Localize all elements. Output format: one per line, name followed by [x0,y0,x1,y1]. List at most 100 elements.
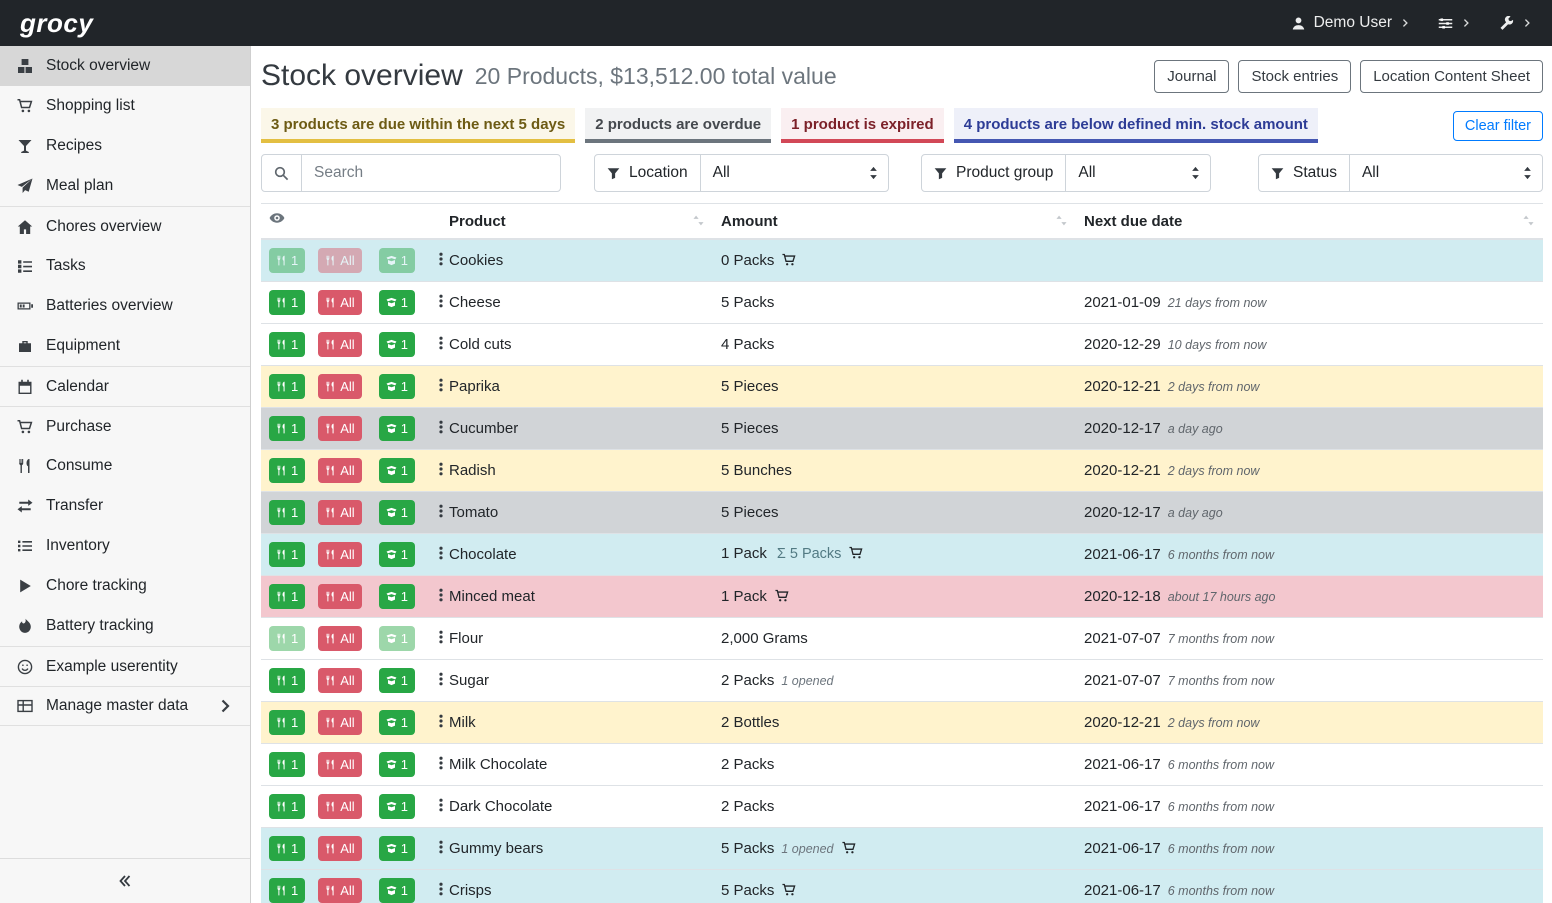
status-filter-select[interactable]: All [1350,155,1542,191]
consume-all-button[interactable]: All [318,710,361,735]
open-one-button[interactable]: 1 [379,248,415,273]
journal-button[interactable]: Journal [1154,60,1229,93]
amount-column-header[interactable]: Amount [713,204,1076,240]
location-filter-select[interactable]: All [701,155,888,191]
consume-all-button[interactable]: All [318,752,361,777]
consume-all-button[interactable]: All [318,290,361,315]
consume-one-button[interactable]: 1 [269,500,305,525]
consume-one-button[interactable]: 1 [269,836,305,861]
open-one-button[interactable]: 1 [379,542,415,567]
sidebar-item-calendar[interactable]: Calendar [0,366,250,406]
sidebar-item-shopping-list[interactable]: Shopping list [0,86,250,126]
consume-all-button[interactable]: All [318,584,361,609]
product-column-header[interactable]: Product [441,204,713,240]
sidebar-item-purchase[interactable]: Purchase [0,406,250,446]
row-menu-button[interactable] [431,249,451,272]
sidebar-item-chores-overview[interactable]: Chores overview [0,206,250,246]
row-menu-button[interactable] [431,375,451,398]
grocy-logo[interactable]: grocy [20,5,93,41]
consume-one-button[interactable]: 1 [269,794,305,819]
consume-one-button[interactable]: 1 [269,458,305,483]
filter-banner-overdue[interactable]: 2 products are overdue [585,108,771,143]
open-one-button[interactable]: 1 [379,584,415,609]
row-menu-button[interactable] [431,543,451,566]
consume-all-button[interactable]: All [318,542,361,567]
consume-one-button[interactable]: 1 [269,248,305,273]
admin-menu[interactable] [1499,16,1532,31]
open-one-button[interactable]: 1 [379,626,415,651]
consume-one-button[interactable]: 1 [269,332,305,357]
sidebar-item-chore-tracking[interactable]: Chore tracking [0,566,250,606]
sidebar-item-stock-overview[interactable]: Stock overview [0,46,250,86]
clear-filter-button[interactable]: Clear filter [1453,111,1543,141]
sidebar-item-meal-plan[interactable]: Meal plan [0,166,250,206]
sidebar-item-manage-master-data[interactable]: Manage master data [0,686,250,726]
row-menu-button[interactable] [431,585,451,608]
consume-all-button[interactable]: All [318,878,361,903]
sidebar-item-recipes[interactable]: Recipes [0,126,250,166]
open-one-button[interactable]: 1 [379,290,415,315]
sidebar-item-tasks[interactable]: Tasks [0,246,250,286]
sidebar-item-consume[interactable]: Consume [0,446,250,486]
sidebar-item-equipment[interactable]: Equipment [0,326,250,366]
open-one-button[interactable]: 1 [379,458,415,483]
user-menu[interactable]: Demo User [1291,12,1410,34]
consume-one-button[interactable]: 1 [269,710,305,735]
consume-all-button[interactable]: All [318,836,361,861]
location-content-sheet-button[interactable]: Location Content Sheet [1360,60,1543,93]
consume-one-button[interactable]: 1 [269,416,305,441]
open-one-button[interactable]: 1 [379,374,415,399]
stock-entries-button[interactable]: Stock entries [1238,60,1351,93]
open-one-button[interactable]: 1 [379,836,415,861]
sidebar-item-inventory[interactable]: Inventory [0,526,250,566]
open-one-button[interactable]: 1 [379,710,415,735]
sidebar-item-batteries-overview[interactable]: Batteries overview [0,286,250,326]
open-one-button[interactable]: 1 [379,500,415,525]
row-menu-button[interactable] [431,417,451,440]
row-menu-button[interactable] [431,753,451,776]
sidebar-item-battery-tracking[interactable]: Battery tracking [0,606,250,646]
sidebar-item-example-userentity[interactable]: Example userentity [0,646,250,686]
open-one-button[interactable]: 1 [379,794,415,819]
search-input[interactable] [302,155,560,191]
open-one-button[interactable]: 1 [379,878,415,903]
row-menu-button[interactable] [431,627,451,650]
filter-banner-due-soon[interactable]: 3 products are due within the next 5 day… [261,108,575,143]
row-menu-button[interactable] [431,459,451,482]
consume-all-button[interactable]: All [318,374,361,399]
consume-all-button[interactable]: All [318,332,361,357]
row-menu-button[interactable] [431,501,451,524]
consume-all-button[interactable]: All [318,500,361,525]
consume-all-button[interactable]: All [318,626,361,651]
consume-one-button[interactable]: 1 [269,584,305,609]
consume-all-button[interactable]: All [318,794,361,819]
row-menu-button[interactable] [431,669,451,692]
open-one-button[interactable]: 1 [379,416,415,441]
row-menu-button[interactable] [431,795,451,818]
filter-banner-below-min-stock[interactable]: 4 products are below defined min. stock … [954,108,1318,143]
consume-all-button[interactable]: All [318,668,361,693]
consume-all-button[interactable]: All [318,248,361,273]
row-menu-button[interactable] [431,879,451,902]
consume-one-button[interactable]: 1 [269,752,305,777]
row-menu-button[interactable] [431,333,451,356]
row-menu-button[interactable] [431,711,451,734]
consume-one-button[interactable]: 1 [269,374,305,399]
product-group-filter-select[interactable]: All [1066,155,1210,191]
row-menu-button[interactable] [431,837,451,860]
consume-one-button[interactable]: 1 [269,878,305,903]
consume-one-button[interactable]: 1 [269,626,305,651]
consume-all-button[interactable]: All [318,416,361,441]
consume-all-button[interactable]: All [318,458,361,483]
eye-icon[interactable] [269,210,285,226]
consume-one-button[interactable]: 1 [269,542,305,567]
settings-menu[interactable] [1438,16,1471,31]
consume-one-button[interactable]: 1 [269,668,305,693]
open-one-button[interactable]: 1 [379,668,415,693]
row-menu-button[interactable] [431,291,451,314]
open-one-button[interactable]: 1 [379,752,415,777]
due-date-column-header[interactable]: Next due date [1076,204,1543,240]
sidebar-collapse-button[interactable] [0,858,250,903]
consume-one-button[interactable]: 1 [269,290,305,315]
sidebar-item-transfer[interactable]: Transfer [0,486,250,526]
